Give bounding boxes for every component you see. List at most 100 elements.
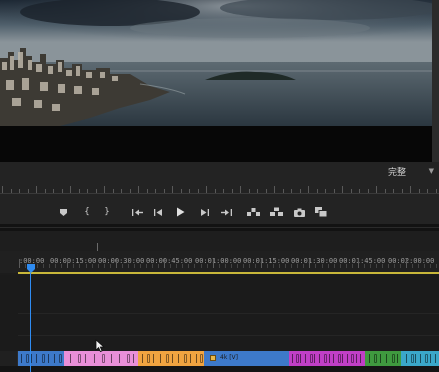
track-separator [18, 335, 439, 336]
clip-edit-point [392, 354, 395, 363]
chevron-down-icon: ▼ [428, 167, 434, 175]
ruler-tick [122, 264, 123, 268]
step-back-icon [153, 208, 162, 216]
clip-edit-point [430, 354, 431, 363]
monitor-ruler-tick [334, 189, 335, 193]
monitor-time-ruler[interactable] [0, 182, 439, 196]
timeline-scrollbar[interactable] [0, 366, 439, 372]
clip-segment-green[interactable] [365, 351, 401, 366]
clip-edit-point [415, 354, 416, 363]
letterbox-bar [0, 126, 432, 162]
clip-edit-point [153, 354, 154, 363]
monitor-ruler-tick [96, 189, 97, 193]
ruler-tick [418, 264, 419, 268]
timeline-ruler[interactable]: :00:00 00:00:15:00 00:00:30:00 00:00:45:00 0… [0, 251, 439, 273]
ruler-tick [358, 259, 359, 268]
ruler-tick [25, 264, 26, 268]
add-marker-button[interactable] [55, 204, 71, 220]
clip-edit-point [54, 354, 55, 363]
monitor-ruler-tick [198, 189, 199, 193]
ruler-tick [49, 264, 50, 268]
ruler-tick [188, 264, 189, 268]
clip-segment-cyan[interactable] [401, 351, 439, 366]
clip-segment-pink[interactable] [64, 351, 138, 366]
monitor-ruler-tick [291, 189, 292, 193]
clip-edit-point [31, 354, 32, 363]
go-to-in-icon [131, 208, 143, 216]
ruler-tick [116, 259, 117, 268]
timeline-panel: :00:00 00:00:15:00 00:00:30:00 00:00:45:00 0… [0, 231, 439, 372]
ruler-tick [237, 264, 238, 268]
ruler-tick [170, 264, 171, 268]
monitor-ruler-tick [189, 189, 190, 193]
clip-segment-violet[interactable] [289, 351, 365, 366]
clip-segment-orange[interactable] [138, 351, 204, 366]
clip-edit-point [21, 354, 22, 363]
ruler-tick [255, 264, 256, 268]
monitor-ruler-tick [359, 189, 360, 193]
go-to-in-button[interactable] [129, 204, 145, 220]
ruler-tick [315, 264, 316, 268]
extract-icon [269, 207, 283, 216]
clip-edit-point [435, 354, 436, 363]
ruler-tick [243, 264, 244, 268]
work-area-bar[interactable] [18, 272, 439, 274]
monitor-scroll-edge [432, 0, 439, 162]
playback-resolution-select[interactable]: 完整 ▼ [383, 164, 437, 178]
export-frame-button[interactable] [291, 204, 307, 220]
clip-edit-point [411, 354, 414, 363]
transport-controls: { } [0, 200, 439, 224]
monitor-ruler-tick [45, 189, 46, 193]
monitor-ruler-tick [385, 189, 386, 193]
ruler-tick [225, 264, 226, 268]
clip-edit-point [305, 354, 306, 363]
ruler-tick [207, 264, 208, 268]
clip-edit-point [300, 354, 301, 363]
ruler-tick [328, 264, 329, 268]
monitor-ruler-tick [121, 189, 122, 193]
video-track-v1[interactable]: 4k [V] [18, 351, 439, 366]
extract-button[interactable] [268, 204, 284, 220]
panel-divider[interactable] [0, 224, 439, 231]
clip-edit-point [397, 354, 398, 363]
clip-edit-point [333, 354, 334, 363]
monitor-ruler-tick [393, 189, 394, 193]
ruler-tick [303, 264, 304, 268]
step-back-button[interactable] [150, 204, 166, 220]
mark-in-button[interactable]: { [79, 204, 95, 220]
step-forward-button[interactable] [196, 204, 212, 220]
ruler-tick [231, 264, 232, 268]
ruler-tick [412, 264, 413, 268]
ruler-tick [140, 264, 141, 268]
video-preview-frame[interactable] [0, 0, 432, 126]
clip-edit-point [111, 354, 112, 363]
monitor-ruler-tick [325, 189, 326, 193]
clip-edit-point [369, 354, 370, 363]
video-track-area[interactable] [0, 275, 439, 351]
monitor-ruler-tick [70, 186, 71, 193]
go-to-out-button[interactable] [218, 204, 234, 220]
comparison-view-button[interactable] [313, 204, 329, 220]
monitor-ruler-tick [164, 189, 165, 193]
clip-edit-point [102, 354, 105, 363]
clip-4k-v[interactable]: 4k [V] [204, 351, 289, 366]
play-button[interactable] [172, 204, 188, 220]
lift-button[interactable] [245, 204, 261, 220]
clip-edit-point [356, 354, 357, 363]
clip-segment-blue[interactable] [18, 351, 64, 366]
monitor-ruler-tick [62, 189, 63, 193]
ruler-tick [400, 264, 401, 268]
monitor-ruler-tick [274, 186, 275, 193]
ruler-tick [43, 264, 44, 268]
monitor-ruler-tick [376, 186, 377, 193]
ruler-tick [79, 264, 80, 268]
monitor-ruler-tick [257, 189, 258, 193]
mark-out-button[interactable]: } [99, 204, 115, 220]
step-forward-icon [200, 208, 209, 216]
ruler-tick [55, 264, 56, 268]
monitor-ruler-tick [113, 189, 114, 193]
playback-bar: 完整 ▼ [0, 162, 439, 200]
monitor-ruler-tick [172, 186, 173, 193]
ruler-tick [128, 264, 129, 268]
ruler-tick [176, 264, 177, 268]
